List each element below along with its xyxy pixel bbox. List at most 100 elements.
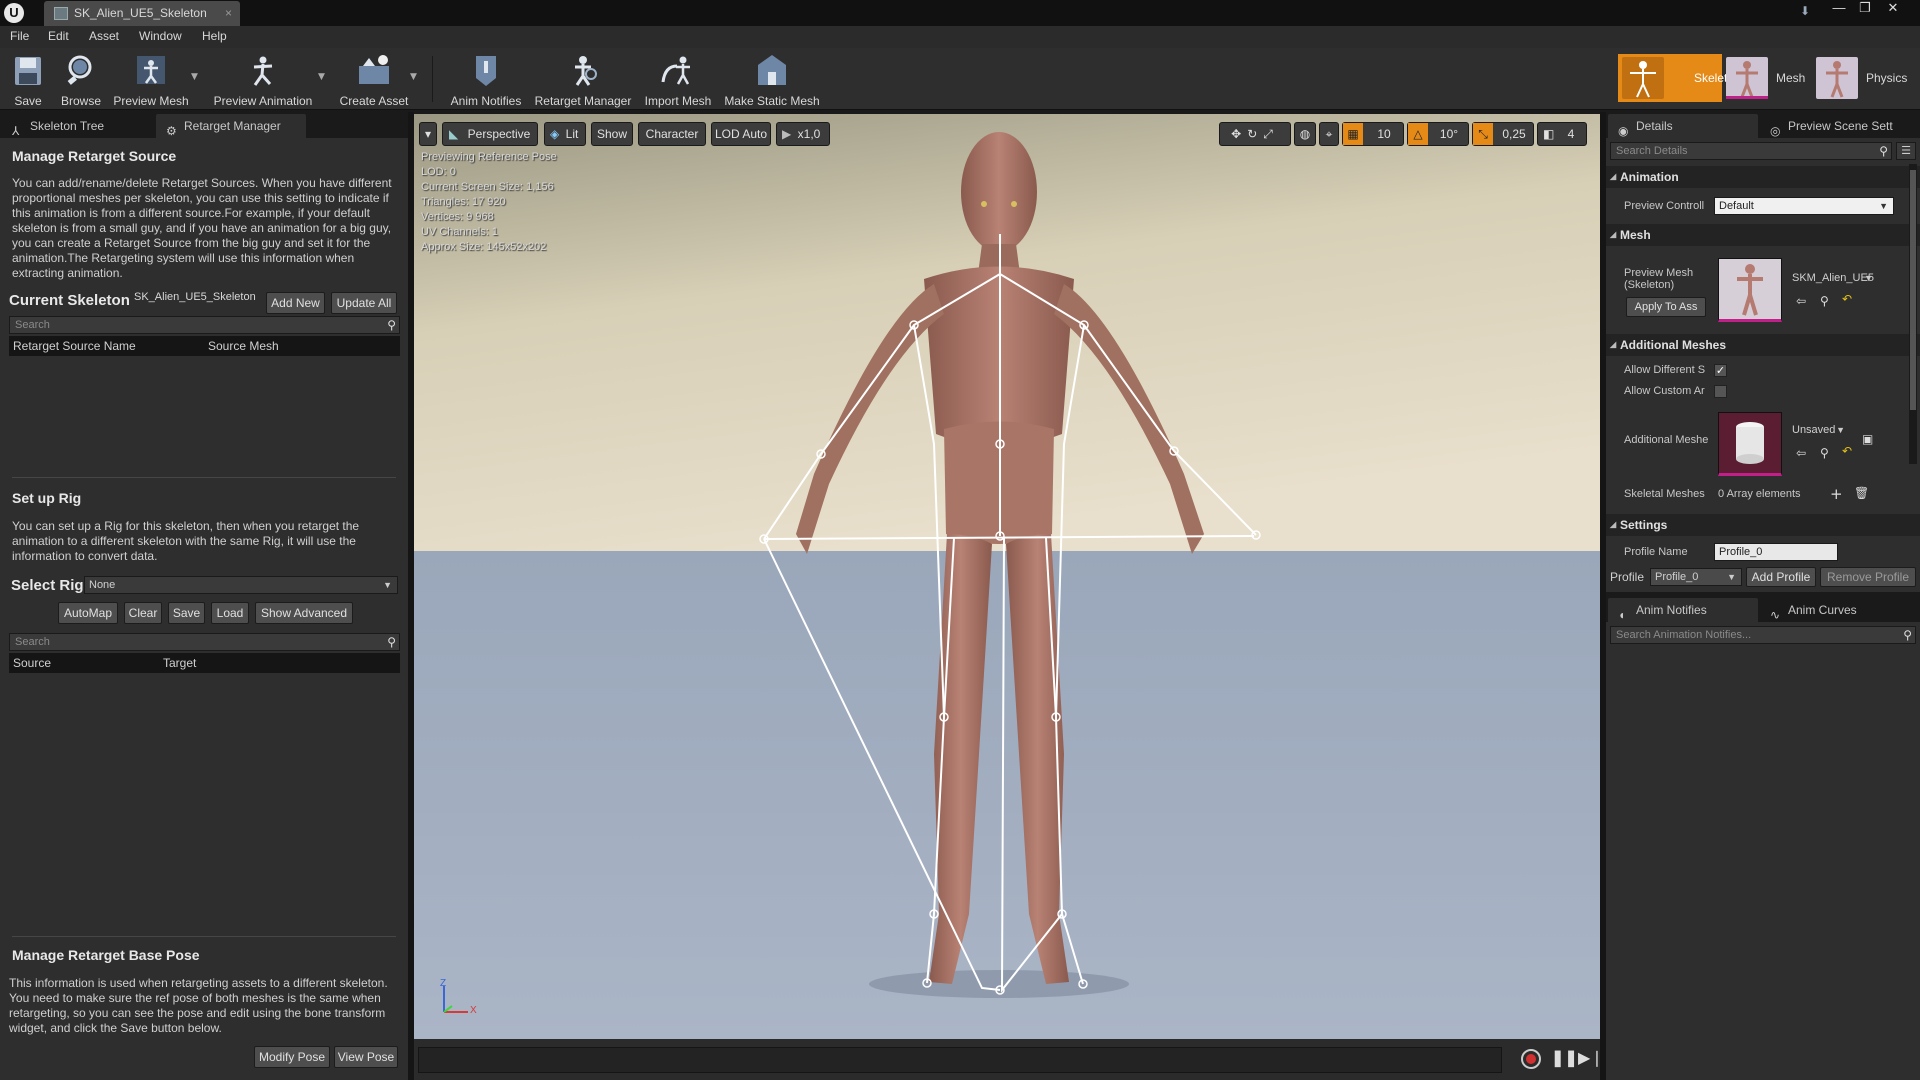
column-retarget-source-name[interactable]: Retarget Source Name — [13, 336, 136, 356]
show-advanced-button[interactable]: Show Advanced — [255, 602, 353, 624]
apply-to-asset-button[interactable]: Apply To Ass — [1626, 297, 1706, 317]
category-additional-meshes[interactable]: ◢ Additional Meshes — [1606, 334, 1920, 356]
timeline-track[interactable] — [418, 1047, 1502, 1073]
allow-custom-anim-bp-checkbox[interactable] — [1714, 385, 1727, 398]
anim-notifies-button[interactable]: Anim Notifies — [448, 50, 524, 108]
menu-edit[interactable]: Edit — [48, 29, 69, 43]
profile-dropdown[interactable]: Profile_0 ▼ — [1650, 568, 1742, 586]
tab-retarget-manager[interactable]: ⚙ Retarget Manager — [156, 114, 306, 138]
playback-speed-button[interactable]: ▶ x1,0 — [776, 122, 830, 146]
automap-button[interactable]: AutoMap — [58, 602, 118, 624]
character-button[interactable]: Character — [638, 122, 706, 146]
rig-mapping-search-input[interactable]: Search ⚲ — [9, 633, 400, 651]
minimize-button[interactable]: — — [1826, 0, 1852, 18]
preview-mesh-dropdown[interactable]: SKM_Alien_UE5 ▼ — [1788, 270, 1878, 288]
additional-meshes-thumbnail[interactable] — [1718, 412, 1782, 476]
preview-mesh-thumbnail[interactable] — [1718, 258, 1782, 322]
panel-splitter[interactable] — [1600, 112, 1606, 1080]
chevron-down-icon: ▼ — [1864, 273, 1873, 283]
browse-asset-icon[interactable]: ⚲ — [1820, 446, 1829, 460]
panel-splitter[interactable] — [408, 112, 414, 1080]
tab-skeleton-tree[interactable]: ⅄ Skeleton Tree — [2, 114, 152, 138]
close-tab-icon[interactable]: × — [225, 1, 232, 26]
details-search-input[interactable]: Search Details ⚲ — [1610, 142, 1892, 160]
grid-snap-control[interactable]: ▦ 10 — [1342, 122, 1404, 146]
preview-animation-dropdown-icon[interactable]: ▼ — [318, 72, 325, 82]
update-all-button[interactable]: Update All — [331, 292, 397, 314]
add-profile-button[interactable]: Add Profile — [1746, 567, 1816, 587]
allow-different-skeletons-checkbox[interactable]: ✓ — [1714, 364, 1727, 377]
column-source-mesh[interactable]: Source Mesh — [208, 336, 279, 356]
world-local-toggle[interactable]: ◍ — [1294, 122, 1316, 146]
mode-mesh-tab[interactable]: Mesh — [1722, 54, 1812, 102]
tab-anim-curves[interactable]: ∿ Anim Curves — [1760, 598, 1910, 622]
delete-icon[interactable]: 🗑 — [1854, 486, 1869, 500]
use-selected-icon[interactable]: ⇦ — [1796, 446, 1806, 460]
transform-mode-buttons[interactable]: ✥↻⤢ — [1219, 122, 1291, 146]
close-window-button[interactable]: ✕ — [1880, 0, 1906, 18]
profile-name-input[interactable]: Profile_0 — [1714, 543, 1838, 561]
anim-notifies-search-input[interactable]: Search Animation Notifies... ⚲ — [1610, 626, 1916, 644]
preview-controller-dropdown[interactable]: Default ▼ — [1714, 197, 1894, 215]
tab-anim-notifies[interactable]: ◖ Anim Notifies — [1608, 598, 1758, 622]
save-rig-button[interactable]: Save — [168, 602, 205, 624]
use-selected-icon[interactable]: ⇦ — [1796, 294, 1806, 308]
preview-animation-button[interactable]: Preview Animation — [208, 50, 318, 108]
load-rig-button[interactable]: Load — [211, 602, 249, 624]
record-button[interactable] — [1521, 1049, 1541, 1069]
menu-window[interactable]: Window — [139, 29, 182, 43]
mode-skeleton-tab[interactable]: Skeleton — [1618, 54, 1741, 102]
lod-auto-button[interactable]: LOD Auto — [711, 122, 771, 146]
viewport-options-button[interactable]: ▾ — [419, 122, 437, 146]
tab-preview-scene-settings[interactable]: ◎ Preview Scene Sett — [1760, 114, 1920, 138]
details-scrollbar[interactable] — [1909, 164, 1917, 464]
preview-mesh-dropdown-icon[interactable]: ▼ — [191, 72, 198, 82]
source-control-icon[interactable]: ⬇ — [1800, 4, 1810, 18]
pause-button[interactable]: ❚❚ — [1551, 1048, 1578, 1068]
select-rig-dropdown[interactable]: None ▼ — [84, 576, 398, 594]
create-asset-button[interactable]: Create Asset — [334, 50, 414, 108]
category-settings[interactable]: ◢ Settings — [1606, 514, 1920, 536]
column-source[interactable]: Source — [13, 653, 51, 673]
scrollbar-thumb[interactable] — [1910, 170, 1916, 410]
import-mesh-button[interactable]: Import Mesh — [642, 50, 714, 108]
make-static-mesh-button[interactable]: Make Static Mesh — [722, 50, 822, 108]
remove-profile-button[interactable]: Remove Profile — [1820, 567, 1916, 587]
viewport[interactable]: Z X ▾ ◣ Perspective ◈ Lit Show Character… — [414, 114, 1600, 1039]
menu-help[interactable]: Help — [202, 29, 227, 43]
tab-details[interactable]: ◉ Details — [1608, 114, 1758, 138]
retarget-manager-button[interactable]: Retarget Manager — [533, 50, 633, 108]
category-animation[interactable]: ◢ Animation — [1606, 166, 1920, 188]
additional-meshes-dropdown[interactable]: Unsaved ▼ — [1788, 422, 1850, 440]
create-asset-dropdown-icon[interactable]: ▼ — [410, 72, 417, 82]
add-element-icon[interactable]: + — [1830, 485, 1843, 503]
mode-physics-tab[interactable]: Physics — [1812, 54, 1918, 102]
add-new-button[interactable]: Add New — [266, 292, 325, 314]
lit-button[interactable]: ◈ Lit — [544, 122, 586, 146]
maximize-button[interactable]: ❐ — [1852, 0, 1878, 18]
browse-button[interactable]: Browse — [56, 50, 106, 108]
menu-file[interactable]: File — [10, 29, 29, 43]
menu-asset[interactable]: Asset — [89, 29, 119, 43]
reset-icon[interactable]: ↶ — [1842, 444, 1852, 458]
surface-snap-toggle[interactable]: ⌖ — [1319, 122, 1339, 146]
browse-asset-icon[interactable]: ⚲ — [1820, 294, 1829, 308]
modify-pose-button[interactable]: Modify Pose — [254, 1046, 330, 1068]
scale-snap-control[interactable]: ⤡ 0,25 — [1472, 122, 1534, 146]
category-mesh[interactable]: ◢ Mesh — [1606, 224, 1920, 246]
details-panel-tabs: ◉ Details ◎ Preview Scene Sett — [1606, 112, 1920, 138]
view-pose-button[interactable]: View Pose — [334, 1046, 398, 1068]
document-tab[interactable]: SK_Alien_UE5_Skeleton × — [44, 1, 240, 26]
clear-button[interactable]: Clear — [124, 602, 162, 624]
camera-speed-control[interactable]: ◧ 4 — [1537, 122, 1587, 146]
save-asset-icon[interactable]: ▣ — [1862, 432, 1873, 446]
column-target[interactable]: Target — [163, 653, 196, 673]
save-button[interactable]: Save — [6, 50, 50, 108]
preview-mesh-button[interactable]: Preview Mesh — [110, 50, 192, 108]
perspective-button[interactable]: ◣ Perspective — [442, 122, 538, 146]
show-button[interactable]: Show — [591, 122, 633, 146]
view-options-button[interactable]: ☰ — [1896, 142, 1916, 160]
rotation-snap-control[interactable]: △ 10° — [1407, 122, 1469, 146]
reset-icon[interactable]: ↶ — [1842, 292, 1852, 306]
retarget-source-search-input[interactable]: Search ⚲ — [9, 316, 400, 334]
